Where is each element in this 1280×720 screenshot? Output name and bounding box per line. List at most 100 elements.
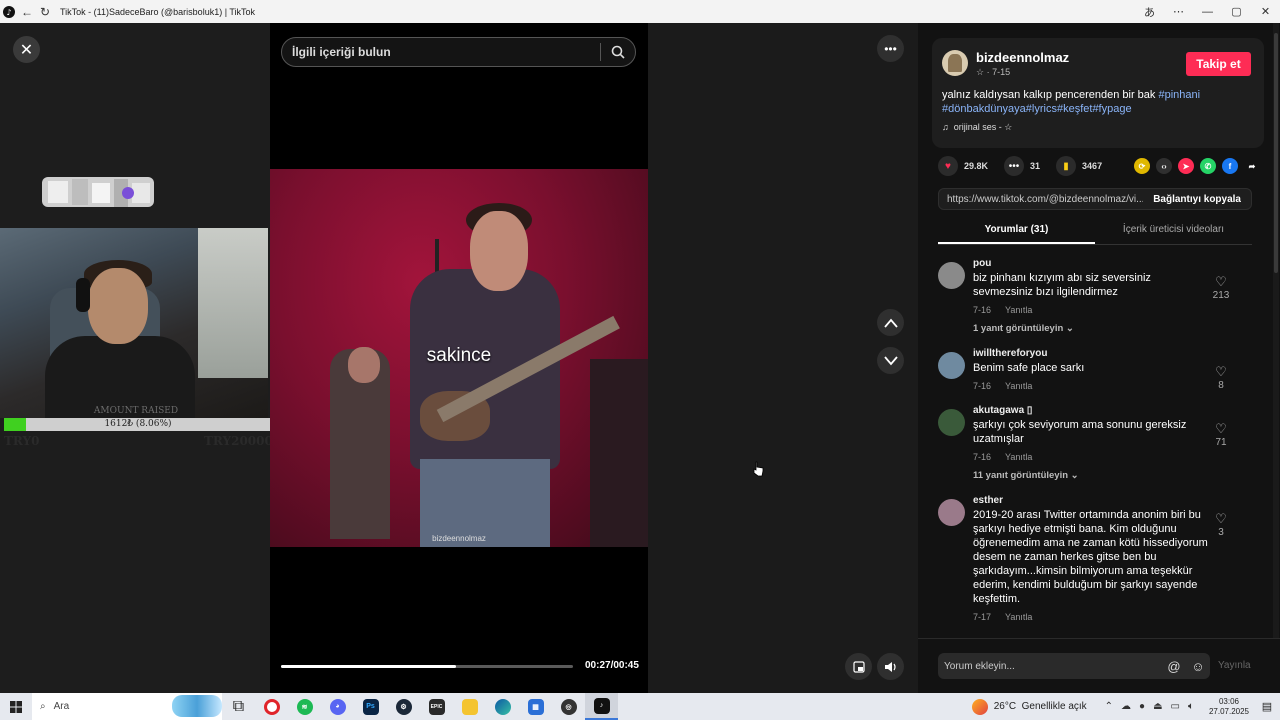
mouse-cursor-icon xyxy=(753,461,764,477)
taskbar-search[interactable]: ⌕ Ara xyxy=(32,693,222,720)
tray-usb-icon[interactable]: ⏏ xyxy=(1153,701,1162,712)
taskbar-app-tiktok[interactable]: ♪ xyxy=(585,693,618,720)
maximize-icon[interactable]: ▢ xyxy=(1222,3,1251,21)
tray-network-icon[interactable]: ▭ xyxy=(1171,701,1180,712)
whatsapp-icon[interactable]: ✆ xyxy=(1200,158,1216,174)
hashtag-link[interactable]: #pinhani xyxy=(1158,89,1200,101)
tiktok-app-icon: ♪ xyxy=(0,3,18,21)
reply-button[interactable]: Yanıtla xyxy=(1005,612,1032,622)
taskbar-app-opera[interactable] xyxy=(255,693,288,720)
taskbar-app-steam[interactable]: ⚙ xyxy=(387,693,420,720)
comment-username[interactable]: iwillthereforyou xyxy=(973,348,1208,359)
task-view-button[interactable]: ⧉ xyxy=(222,693,255,720)
creator-username[interactable]: bizdeennolmaz xyxy=(976,50,1069,65)
taskbar-app-explorer[interactable] xyxy=(453,693,486,720)
translate-icon[interactable]: あ xyxy=(1135,3,1164,21)
reply-button[interactable]: Yanıtla xyxy=(1005,305,1032,315)
volume-button[interactable] xyxy=(877,653,904,680)
reply-button[interactable]: Yanıtla xyxy=(1005,452,1032,462)
comment-avatar[interactable] xyxy=(938,262,965,289)
comment-avatar[interactable] xyxy=(938,409,965,436)
search-icon[interactable] xyxy=(601,38,635,66)
share-arrow-icon[interactable]: ➦ xyxy=(1244,158,1260,174)
comment-button[interactable]: ••• 31 xyxy=(1004,156,1040,176)
tab-creator-videos[interactable]: İçerik üreticisi videoları xyxy=(1095,219,1252,244)
taskbar-app-epic[interactable]: EPIC xyxy=(420,693,453,720)
facebook-icon[interactable]: f xyxy=(1222,158,1238,174)
taskbar-weather[interactable]: 26°C Genellikle açık xyxy=(971,698,1087,715)
like-count: 29.8K xyxy=(964,161,989,171)
start-button[interactable] xyxy=(0,693,32,720)
taskbar-app-edge[interactable] xyxy=(486,693,519,720)
repost-icon[interactable]: ⟳ xyxy=(1134,158,1150,174)
save-button[interactable]: ▮ 3467 xyxy=(1056,156,1102,176)
sound-name: orijinal ses - ☆ xyxy=(953,122,1013,132)
comment-like-button[interactable]: ♡ 213 xyxy=(1210,274,1232,301)
tray-volume-icon[interactable]: 🔈︎ xyxy=(1188,701,1194,712)
comment-avatar[interactable] xyxy=(938,499,965,526)
comment-like-button[interactable]: ♡ 3 xyxy=(1210,511,1232,538)
hashtag-link[interactable]: #keşfet xyxy=(1057,103,1092,115)
notification-icon[interactable]: ▤ xyxy=(1254,700,1280,713)
task-view-icon: ⧉ xyxy=(232,697,245,715)
comment-username[interactable]: esther xyxy=(973,495,1208,506)
send-icon[interactable]: ➤ xyxy=(1178,158,1194,174)
view-replies-button[interactable]: 1 yanıt görüntüleyin ⌄ xyxy=(973,323,1208,334)
emoji-icon[interactable]: ☺ xyxy=(1186,659,1210,674)
streamer-logo xyxy=(38,171,158,215)
comment-avatar[interactable] xyxy=(938,352,965,379)
sound-link[interactable]: ♫ orijinal ses - ☆ xyxy=(942,122,1012,133)
comment-input[interactable] xyxy=(938,660,1162,672)
taskbar-app-photoshop[interactable]: Ps xyxy=(354,693,387,720)
music-note-icon: ♫ xyxy=(942,122,949,132)
more-options-icon[interactable]: ⋯ xyxy=(1164,3,1193,21)
creator-avatar[interactable] xyxy=(942,50,968,76)
taskbar-app-store[interactable]: ▦ xyxy=(519,693,552,720)
taskbar-app-chrome[interactable]: ◎ xyxy=(552,693,585,720)
creator-meta: ☆ · 7-15 xyxy=(976,67,1011,77)
previous-video-button[interactable] xyxy=(877,309,904,336)
share-link-url[interactable]: https://www.tiktok.com/@bizdeennolmaz/vi… xyxy=(939,194,1143,205)
follow-button[interactable]: Takip et xyxy=(1186,52,1251,76)
tray-mic-icon[interactable]: ● xyxy=(1139,701,1145,712)
panel-scrollbar[interactable] xyxy=(1273,23,1279,693)
more-button[interactable]: ••• xyxy=(877,35,904,62)
embed-icon[interactable]: ‹› xyxy=(1156,158,1172,174)
hashtag-link[interactable]: #lyrics xyxy=(1026,103,1057,115)
comment-username[interactable]: akutagawa ▯ xyxy=(973,405,1208,416)
tray-cloud-icon[interactable]: ☁ xyxy=(1121,701,1131,712)
like-button[interactable]: ♥ 29.8K xyxy=(938,156,988,176)
reply-button[interactable]: Yanıtla xyxy=(1005,381,1032,391)
system-tray: ⌃ ☁ ● ⏏ ▭ 🔈︎ xyxy=(1101,701,1198,712)
hashtag-link[interactable]: #fypage xyxy=(1092,103,1131,115)
video-frame[interactable]: sakince bizdeennolmaz xyxy=(270,169,648,547)
edge-icon xyxy=(494,698,511,715)
post-comment-button[interactable]: Yayınla xyxy=(1218,653,1251,679)
video-progress-bar[interactable] xyxy=(281,665,573,668)
close-video-button[interactable]: ✕ xyxy=(13,36,40,63)
comment-like-button[interactable]: ♡ 8 xyxy=(1210,364,1232,391)
mention-icon[interactable]: @ xyxy=(1162,659,1186,674)
tray-expand-icon[interactable]: ⌃ xyxy=(1105,701,1113,712)
floating-player-button[interactable] xyxy=(845,653,872,680)
scrollbar-thumb[interactable] xyxy=(1274,33,1278,273)
back-arrow-icon[interactable]: ← xyxy=(18,3,36,21)
copy-link-button[interactable]: Bağlantıyı kopyala xyxy=(1143,194,1251,205)
hashtag-link[interactable]: #dönbakdünyaya xyxy=(942,103,1026,115)
taskbar-clock[interactable]: 03:06 27.07.2025 xyxy=(1204,697,1254,717)
related-search-input[interactable] xyxy=(282,45,600,59)
comment-like-button[interactable]: ♡ 71 xyxy=(1210,421,1232,448)
taskbar-app-discord[interactable]: ◕ xyxy=(321,693,354,720)
close-window-icon[interactable]: ✕ xyxy=(1251,3,1280,21)
view-replies-button[interactable]: 11 yanıt görüntüleyin ⌄ xyxy=(973,470,1208,481)
comment-username[interactable]: pou xyxy=(973,258,1208,269)
taskbar-app-spotify[interactable]: ≋ xyxy=(288,693,321,720)
heart-outline-icon: ♡ xyxy=(1215,421,1227,436)
opera-icon xyxy=(263,698,280,715)
comment-composer: @ ☺ Yayınla xyxy=(918,638,1280,693)
panel-tabs: Yorumlar (31) İçerik üreticisi videoları xyxy=(938,219,1252,245)
tab-comments[interactable]: Yorumlar (31) xyxy=(938,219,1095,244)
next-video-button[interactable] xyxy=(877,347,904,374)
reload-icon[interactable]: ↻ xyxy=(36,3,54,21)
minimize-icon[interactable]: — xyxy=(1193,3,1222,21)
